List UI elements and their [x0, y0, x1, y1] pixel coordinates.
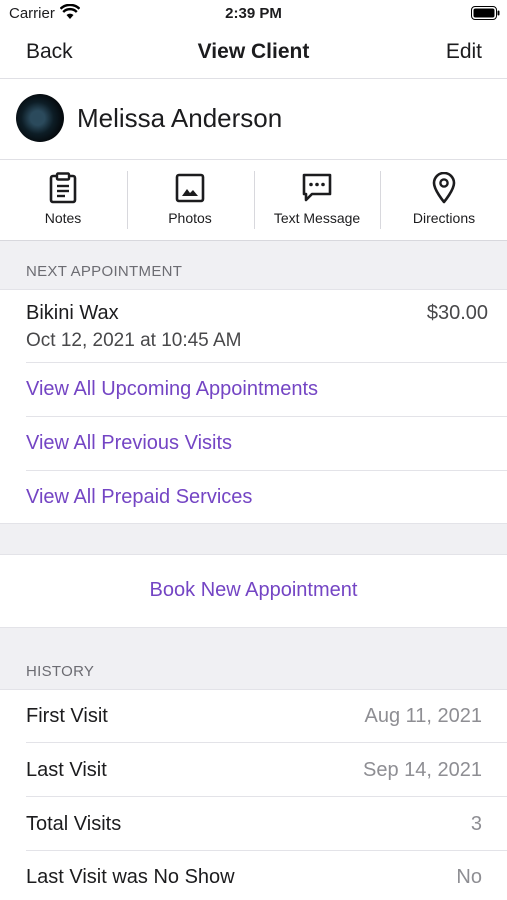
- book-new-appointment-label: Book New Appointment: [149, 579, 358, 601]
- separator: [0, 689, 507, 690]
- appointment-price: $30.00: [426, 302, 488, 324]
- clipboard-icon: [0, 172, 126, 204]
- separator: [26, 416, 507, 417]
- client-actions: Notes Photos Text Message Directions: [0, 160, 507, 241]
- appointment-service: Bikini Wax: [26, 302, 119, 324]
- section-spacer: [0, 524, 507, 554]
- edit-button[interactable]: Edit: [446, 40, 482, 64]
- battery-icon: [471, 6, 500, 24]
- map-pin-icon: [381, 172, 507, 204]
- book-new-appointment-button[interactable]: Book New Appointment: [0, 555, 507, 627]
- avatar: [16, 94, 64, 142]
- notes-button[interactable]: Notes: [0, 160, 126, 240]
- client-header: Melissa Anderson: [0, 79, 507, 160]
- separator: [26, 796, 507, 797]
- last-visit-label: Last Visit: [26, 759, 107, 781]
- view-prepaid-services-link[interactable]: View All Prepaid Services: [26, 486, 252, 509]
- text-message-button[interactable]: Text Message: [254, 160, 380, 240]
- total-visits-label: Total Visits: [26, 813, 122, 835]
- client-name: Melissa Anderson: [77, 103, 283, 133]
- status-time: 2:39 PM: [225, 5, 282, 22]
- total-visits-value: 3: [470, 813, 482, 835]
- directions-button[interactable]: Directions: [381, 160, 507, 240]
- separator: [26, 742, 507, 743]
- separator: [26, 470, 507, 471]
- separator: [0, 627, 507, 628]
- next-appointment-row[interactable]: Bikini Wax $30.00 Oct 12, 2021 at 10:45 …: [0, 290, 507, 362]
- next-appointment-header: NEXT APPOINTMENT: [26, 263, 183, 280]
- message-icon: [254, 172, 380, 204]
- history-header: HISTORY: [26, 663, 95, 680]
- first-visit-value: Aug 11, 2021: [364, 705, 482, 727]
- separator: [26, 362, 507, 363]
- view-previous-visits-link[interactable]: View All Previous Visits: [26, 432, 232, 455]
- view-upcoming-appointments-link[interactable]: View All Upcoming Appointments: [26, 378, 318, 401]
- separator: [26, 850, 507, 851]
- navigation-bar: Back View Client Edit: [0, 30, 507, 79]
- photos-button[interactable]: Photos: [127, 160, 253, 240]
- image-icon: [127, 172, 253, 204]
- first-visit-label: First Visit: [26, 705, 108, 727]
- no-show-label: Last Visit was No Show: [26, 866, 235, 888]
- directions-label: Directions: [412, 210, 476, 226]
- last-visit-value: Sep 14, 2021: [363, 759, 482, 781]
- status-bar: Carrier 2:39 PM: [0, 0, 507, 30]
- notes-label: Notes: [44, 210, 82, 226]
- no-show-value: No: [456, 866, 482, 888]
- text-message-label: Text Message: [273, 210, 361, 226]
- photos-label: Photos: [168, 210, 212, 226]
- page-title: View Client: [197, 40, 310, 63]
- appointment-datetime: Oct 12, 2021 at 10:45 AM: [26, 330, 242, 351]
